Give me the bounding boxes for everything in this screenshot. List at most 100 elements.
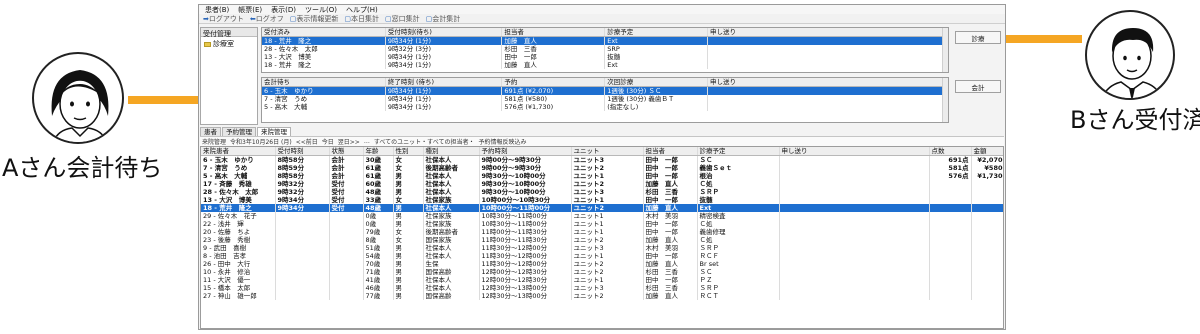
treatment-button[interactable]: 診療 bbox=[955, 31, 1001, 44]
column-header[interactable]: 申し送り bbox=[779, 147, 930, 156]
table-cell: 10時30分～11時00分 bbox=[479, 220, 572, 228]
table-cell bbox=[779, 155, 930, 164]
table-cell: 48歳 bbox=[363, 204, 394, 212]
accounting-grid[interactable]: 会計待ち 終了時刻 (待ち) 予約 次回診療 申し送り 6 - 玉木 ゆかり 9時34分 (… bbox=[261, 77, 949, 123]
table-row[interactable]: 27 - 神山 雄一郎 77歳男国保高齢 12時30分～13時00分 ユニット2 加藤 … bbox=[201, 292, 1003, 300]
table-row[interactable]: 6 - 玉木 ゆかり 8時58分 会計 30歳女社保本人 9時00分～9時30分 ユニット… bbox=[201, 155, 1003, 164]
table-row[interactable]: 23 - 後藤 秀樹 8歳女国保家族 11時00分～11時30分 ユニット2 加藤 直人… bbox=[201, 236, 1003, 244]
column-header[interactable]: 来院患者 bbox=[201, 147, 276, 156]
toolbar-button[interactable]: ▢窓口集計 bbox=[385, 14, 420, 24]
table-row[interactable]: 17 - 斉藤 秀雄 9時32分 受付 60歳男社保本人 9時30分～10時00分 ユニッ… bbox=[201, 180, 1003, 188]
table-row[interactable]: 28 - 佐々木 太郎 9時32分 (3分) 杉田 三香 SRP bbox=[262, 45, 948, 53]
column-header[interactable]: 診療予定 bbox=[604, 28, 709, 37]
reception-grid[interactable]: 受付済み 受付時刻(待ち) 担当者 診療予定 申し送り 18 - 荒井 隆之 9時34分 (… bbox=[261, 27, 949, 73]
table-cell: 51歳 bbox=[363, 244, 394, 252]
scrollbar[interactable] bbox=[942, 28, 948, 72]
table-row[interactable]: 13 - 大沢 博美 9時34分 受付 33歳女社保家族 10時00分～10時30分 ユニ… bbox=[201, 196, 1003, 204]
table-cell: Ext bbox=[697, 204, 780, 212]
column-header[interactable]: 受付済み bbox=[262, 28, 386, 37]
toolbar-button[interactable]: ▢本日集計 bbox=[344, 14, 379, 24]
column-header[interactable]: 申し送り bbox=[707, 28, 948, 37]
column-header[interactable]: 金額 bbox=[971, 147, 1003, 156]
column-header[interactable]: 受付時刻 bbox=[275, 147, 330, 156]
table-cell bbox=[929, 196, 972, 204]
table-cell: 受付 bbox=[329, 196, 364, 204]
toolbar-button[interactable]: ⬅ログオフ bbox=[250, 14, 284, 24]
table-row[interactable]: 7 - 清宮 うめ 9時34分 (1分) 581点 (¥580) 1週後 (30分) … bbox=[262, 95, 948, 103]
header-row: 来院患者 受付時刻 状態 年齢 性別 種別 予約時刻 ユニット 担当者 診療予定 申し送り 点数 金額 bbox=[201, 147, 1003, 156]
filter-item[interactable]: 翌日>> bbox=[338, 137, 360, 146]
table-cell bbox=[275, 236, 330, 244]
column-header[interactable]: 状態 bbox=[329, 147, 364, 156]
checkout-button[interactable]: 会計 bbox=[955, 80, 1001, 93]
table-cell bbox=[929, 236, 972, 244]
table-row[interactable]: 20 - 佐藤 ちよ 79歳女後期高齢者 11時00分～11時30分 ユニット1 田中 … bbox=[201, 228, 1003, 236]
table-row[interactable]: 5 - 高木 大輔 9時34分 (1分) 576点 (¥1,730) (指定なし) bbox=[262, 103, 948, 111]
table-cell: 576点 bbox=[929, 172, 972, 180]
scrollbar[interactable] bbox=[942, 78, 948, 122]
filter-item[interactable]: <<前日 bbox=[296, 137, 318, 146]
table-row[interactable]: 18 - 荒井 隆之 9時34分 (1分) 加藤 直人 Ext bbox=[262, 61, 948, 69]
table-row[interactable]: 11 - 大沢 優一 41歳男社保本人 12時00分～12時30分 ユニット1 田中 一… bbox=[201, 276, 1003, 284]
table-row[interactable]: 13 - 大沢 博美 9時34分 (1分) 田中 一郎 抜髄 bbox=[262, 53, 948, 61]
visit-grid[interactable]: 来院患者 受付時刻 状態 年齢 性別 種別 予約時刻 ユニット 担当者 診療予定 申し送り 点数 金額 6… bbox=[200, 146, 1004, 329]
table-cell bbox=[929, 188, 972, 196]
column-header[interactable]: 終了時刻 (待ち) bbox=[385, 78, 503, 87]
table-row[interactable]: 9 - 武田 喜樹 51歳男社保本人 11時30分～12時00分 ユニット3 木村 美羽… bbox=[201, 244, 1003, 252]
column-header[interactable]: 種別 bbox=[423, 147, 480, 156]
toolbar-button[interactable]: ▢表示情報更新 bbox=[290, 14, 339, 24]
column-header[interactable]: 申し送り bbox=[707, 78, 948, 87]
table-cell: 12時00分～12時30分 bbox=[479, 276, 572, 284]
toolbar-button[interactable]: ▢会計集計 bbox=[426, 14, 461, 24]
table-row[interactable]: 5 - 高木 大輔 8時58分 会計 61歳男社保本人 9時30分～10時00分 ユニット… bbox=[201, 172, 1003, 180]
table-row[interactable]: 22 - 浅井 輝 0歳男社保家族 10時30分～11時00分 ユニット1 田中 一郎 Ｃ… bbox=[201, 220, 1003, 228]
table-cell: 受付 bbox=[329, 204, 364, 212]
column-header[interactable]: 担当者 bbox=[501, 28, 606, 37]
table-cell: (指定なし) bbox=[604, 103, 709, 111]
filter-item[interactable]: 令和3年10月26日 (月) bbox=[230, 137, 292, 146]
column-header[interactable]: ユニット bbox=[571, 147, 644, 156]
table-cell: 581点 (¥580) bbox=[501, 95, 606, 103]
table-cell: 社保家族 bbox=[423, 212, 480, 220]
table-cell: ユニット3 bbox=[571, 155, 644, 164]
patient-a-avatar bbox=[32, 52, 124, 144]
table-cell: 20 - 佐藤 ちよ bbox=[201, 228, 276, 236]
column-header[interactable]: 診療予定 bbox=[697, 147, 780, 156]
column-header[interactable]: 受付時刻(待ち) bbox=[385, 28, 503, 37]
column-header[interactable]: 予約 bbox=[501, 78, 606, 87]
table-row[interactable]: 15 - 橋本 太郎 46歳男社保本人 12時30分～13時00分 ユニット3 杉田 三… bbox=[201, 284, 1003, 292]
filter-item[interactable]: すべてのユニット・すべての担当者・ bbox=[374, 137, 475, 146]
column-header[interactable]: 性別 bbox=[393, 147, 424, 156]
column-header[interactable]: 予約時刻 bbox=[479, 147, 572, 156]
table-cell: 生保 bbox=[423, 260, 480, 268]
table-row[interactable]: 8 - 池田 吉孝 54歳男社保本人 11時30分～12時00分 ユニット1 田中 一郎… bbox=[201, 252, 1003, 260]
tab-0[interactable]: 患者 bbox=[200, 127, 221, 136]
filter-item[interactable]: 予約情報反映込み bbox=[479, 137, 527, 146]
table-cell: 18 - 荒井 隆之 bbox=[201, 204, 276, 212]
table-row[interactable]: 10 - 永井 修治 71歳男国保高齢 12時00分～12時30分 ユニット2 杉田 三… bbox=[201, 268, 1003, 276]
table-row[interactable]: 18 - 荒井 隆之 9時34分 (1分) 加藤 直人 Ext bbox=[262, 36, 948, 45]
filter-item[interactable]: 今日 bbox=[322, 137, 334, 146]
table-cell bbox=[971, 228, 1003, 236]
tab-1[interactable]: 予約管理 bbox=[222, 127, 256, 136]
column-header[interactable]: 会計待ち bbox=[262, 78, 386, 87]
table-cell bbox=[929, 292, 972, 300]
column-header[interactable]: 担当者 bbox=[643, 147, 698, 156]
table-row[interactable]: 18 - 荒井 隆之 9時34分 受付 48歳男社保本人 10時00分～11時00分 ユニ… bbox=[201, 204, 1003, 212]
tab-2[interactable]: 来院管理 bbox=[257, 127, 291, 136]
tree-item-clinic[interactable]: 診療室 bbox=[201, 37, 257, 51]
table-row[interactable]: 29 - 佐々木 花子 0歳男社保家族 10時30分～11時00分 ユニット1 木村 美… bbox=[201, 212, 1003, 220]
toolbar-button[interactable]: ➡ログアウト bbox=[203, 14, 244, 24]
table-row[interactable]: 6 - 玉木 ゆかり 9時34分 (1分) 691点 (¥2,070) 1週後 (30… bbox=[262, 86, 948, 95]
column-header[interactable]: 次回診療 bbox=[604, 78, 709, 87]
filter-item[interactable]: … bbox=[364, 138, 370, 145]
column-header[interactable]: 点数 bbox=[929, 147, 972, 156]
table-cell: 60歳 bbox=[363, 180, 394, 188]
table-cell: Ext bbox=[604, 61, 709, 69]
table-cell: 10 - 永井 修治 bbox=[201, 268, 276, 276]
table-row[interactable]: 28 - 佐々木 太郎 9時32分 受付 48歳男社保本人 9時30分～10時00分 ユニ… bbox=[201, 188, 1003, 196]
table-cell: ユニット1 bbox=[571, 212, 644, 220]
column-header[interactable]: 年齢 bbox=[363, 147, 394, 156]
table-row[interactable]: 26 - 田中 大行 70歳男生保 11時30分～12時00分 ユニット2 加藤 直人 B… bbox=[201, 260, 1003, 268]
table-row[interactable]: 7 - 清宮 うめ 8時59分 会計 61歳女後期高齢者 9時00分～9時30分 ユニット… bbox=[201, 164, 1003, 172]
